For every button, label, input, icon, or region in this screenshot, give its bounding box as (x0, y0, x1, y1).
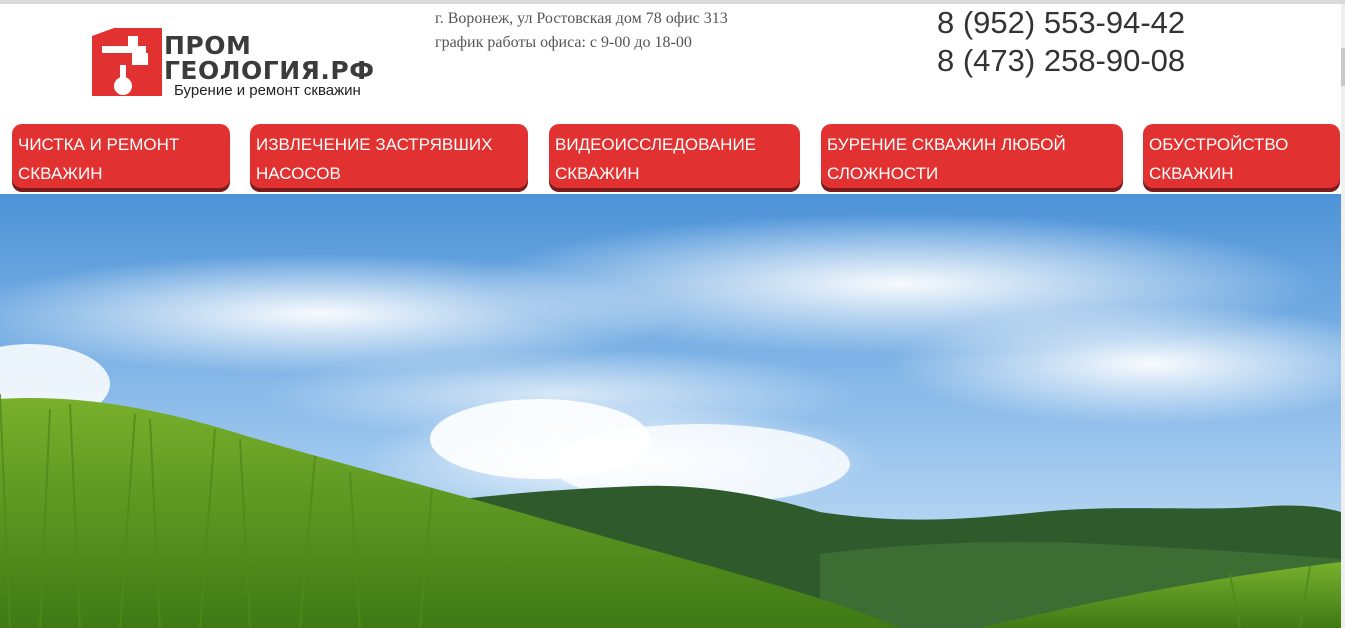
hero-banner-image (0, 194, 1341, 628)
phone-1[interactable]: 8 (952) 553-94-42 (937, 4, 1237, 42)
logo-text-prom: ПРОМ (164, 31, 252, 60)
logo-text-geologiya: ГЕОЛОГИЯ.РФ (164, 56, 375, 85)
drill-rig-logo-icon (92, 28, 162, 96)
office-address: г. Воронеж, ул Ростовская дом 78 офис 31… (435, 10, 728, 27)
phone-2[interactable]: 8 (473) 258-90-08 (937, 42, 1237, 80)
logo-tagline: Бурение и ремонт скважин (174, 82, 361, 99)
landscape-illustration (0, 194, 1341, 628)
nav-cleaning-repair-button[interactable]: Чистка и ремонт скважин (12, 124, 230, 188)
scrollbar-thumb[interactable] (1341, 48, 1345, 86)
nav-drilling-button[interactable]: Бурение скважин любой сложности (821, 124, 1123, 188)
phone-numbers: 8 (952) 553-94-42 8 (473) 258-90-08 (937, 4, 1237, 80)
office-info: г. Воронеж, ул Ростовская дом 78 офис 31… (435, 7, 855, 55)
nav-well-arrangement-button[interactable]: Обустройство скважин (1143, 124, 1340, 188)
site-logo[interactable]: ПРОМ ГЕОЛОГИЯ.РФ Бурение и ремонт скважи… (92, 28, 412, 100)
page-scrollbar[interactable] (1341, 4, 1345, 628)
office-hours: график работы офиса: с 9-00 до 18-00 (435, 34, 692, 51)
nav-video-inspection-button[interactable]: Видеоисследование скважин (549, 124, 800, 188)
nav-pump-extraction-button[interactable]: Извлечение застрявших насосов (250, 124, 528, 188)
